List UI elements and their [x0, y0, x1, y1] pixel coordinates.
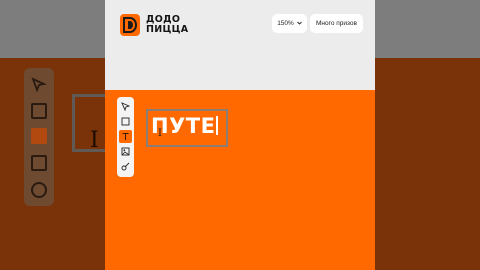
image-tool[interactable]	[119, 145, 132, 158]
brush-icon	[121, 162, 130, 171]
logo[interactable]: ДОДО ПИЦЦА	[119, 13, 188, 37]
app-frame: ДОДО ПИЦЦА 150% Много призов ПУТЕ I	[105, 0, 375, 270]
design-canvas[interactable]: ПУТЕ I	[105, 90, 375, 270]
text-icon	[122, 133, 129, 140]
brush-tool[interactable]	[119, 160, 132, 173]
text-caret	[216, 116, 219, 135]
image-icon	[121, 147, 130, 156]
ibeam-cursor-icon: I	[158, 128, 162, 139]
header: ДОДО ПИЦЦА 150% Много призов	[105, 0, 375, 90]
backdrop-brush-icon	[31, 182, 47, 198]
zoom-select[interactable]: 150%	[272, 14, 307, 33]
backdrop-ibeam-icon: I	[90, 128, 99, 153]
rectangle-icon	[121, 117, 130, 126]
pointer-icon	[121, 102, 130, 111]
rectangle-tool[interactable]	[119, 115, 132, 128]
brand-line2: ПИЦЦА	[146, 24, 189, 35]
backdrop-text-icon	[31, 128, 47, 144]
text-tool[interactable]	[119, 130, 132, 143]
pointer-tool[interactable]	[119, 100, 132, 113]
backdrop-rectangle-icon	[31, 103, 47, 119]
zoom-label: 150%	[277, 20, 294, 27]
backdrop-image-icon	[31, 155, 47, 171]
dodo-logo-icon	[119, 13, 141, 37]
prizes-button[interactable]: Много призов	[310, 14, 363, 33]
backdrop-pointer-icon	[31, 77, 47, 93]
tool-palette	[117, 97, 134, 177]
chevron-down-icon	[296, 20, 302, 27]
brand-name: ДОДО ПИЦЦА	[146, 15, 188, 35]
